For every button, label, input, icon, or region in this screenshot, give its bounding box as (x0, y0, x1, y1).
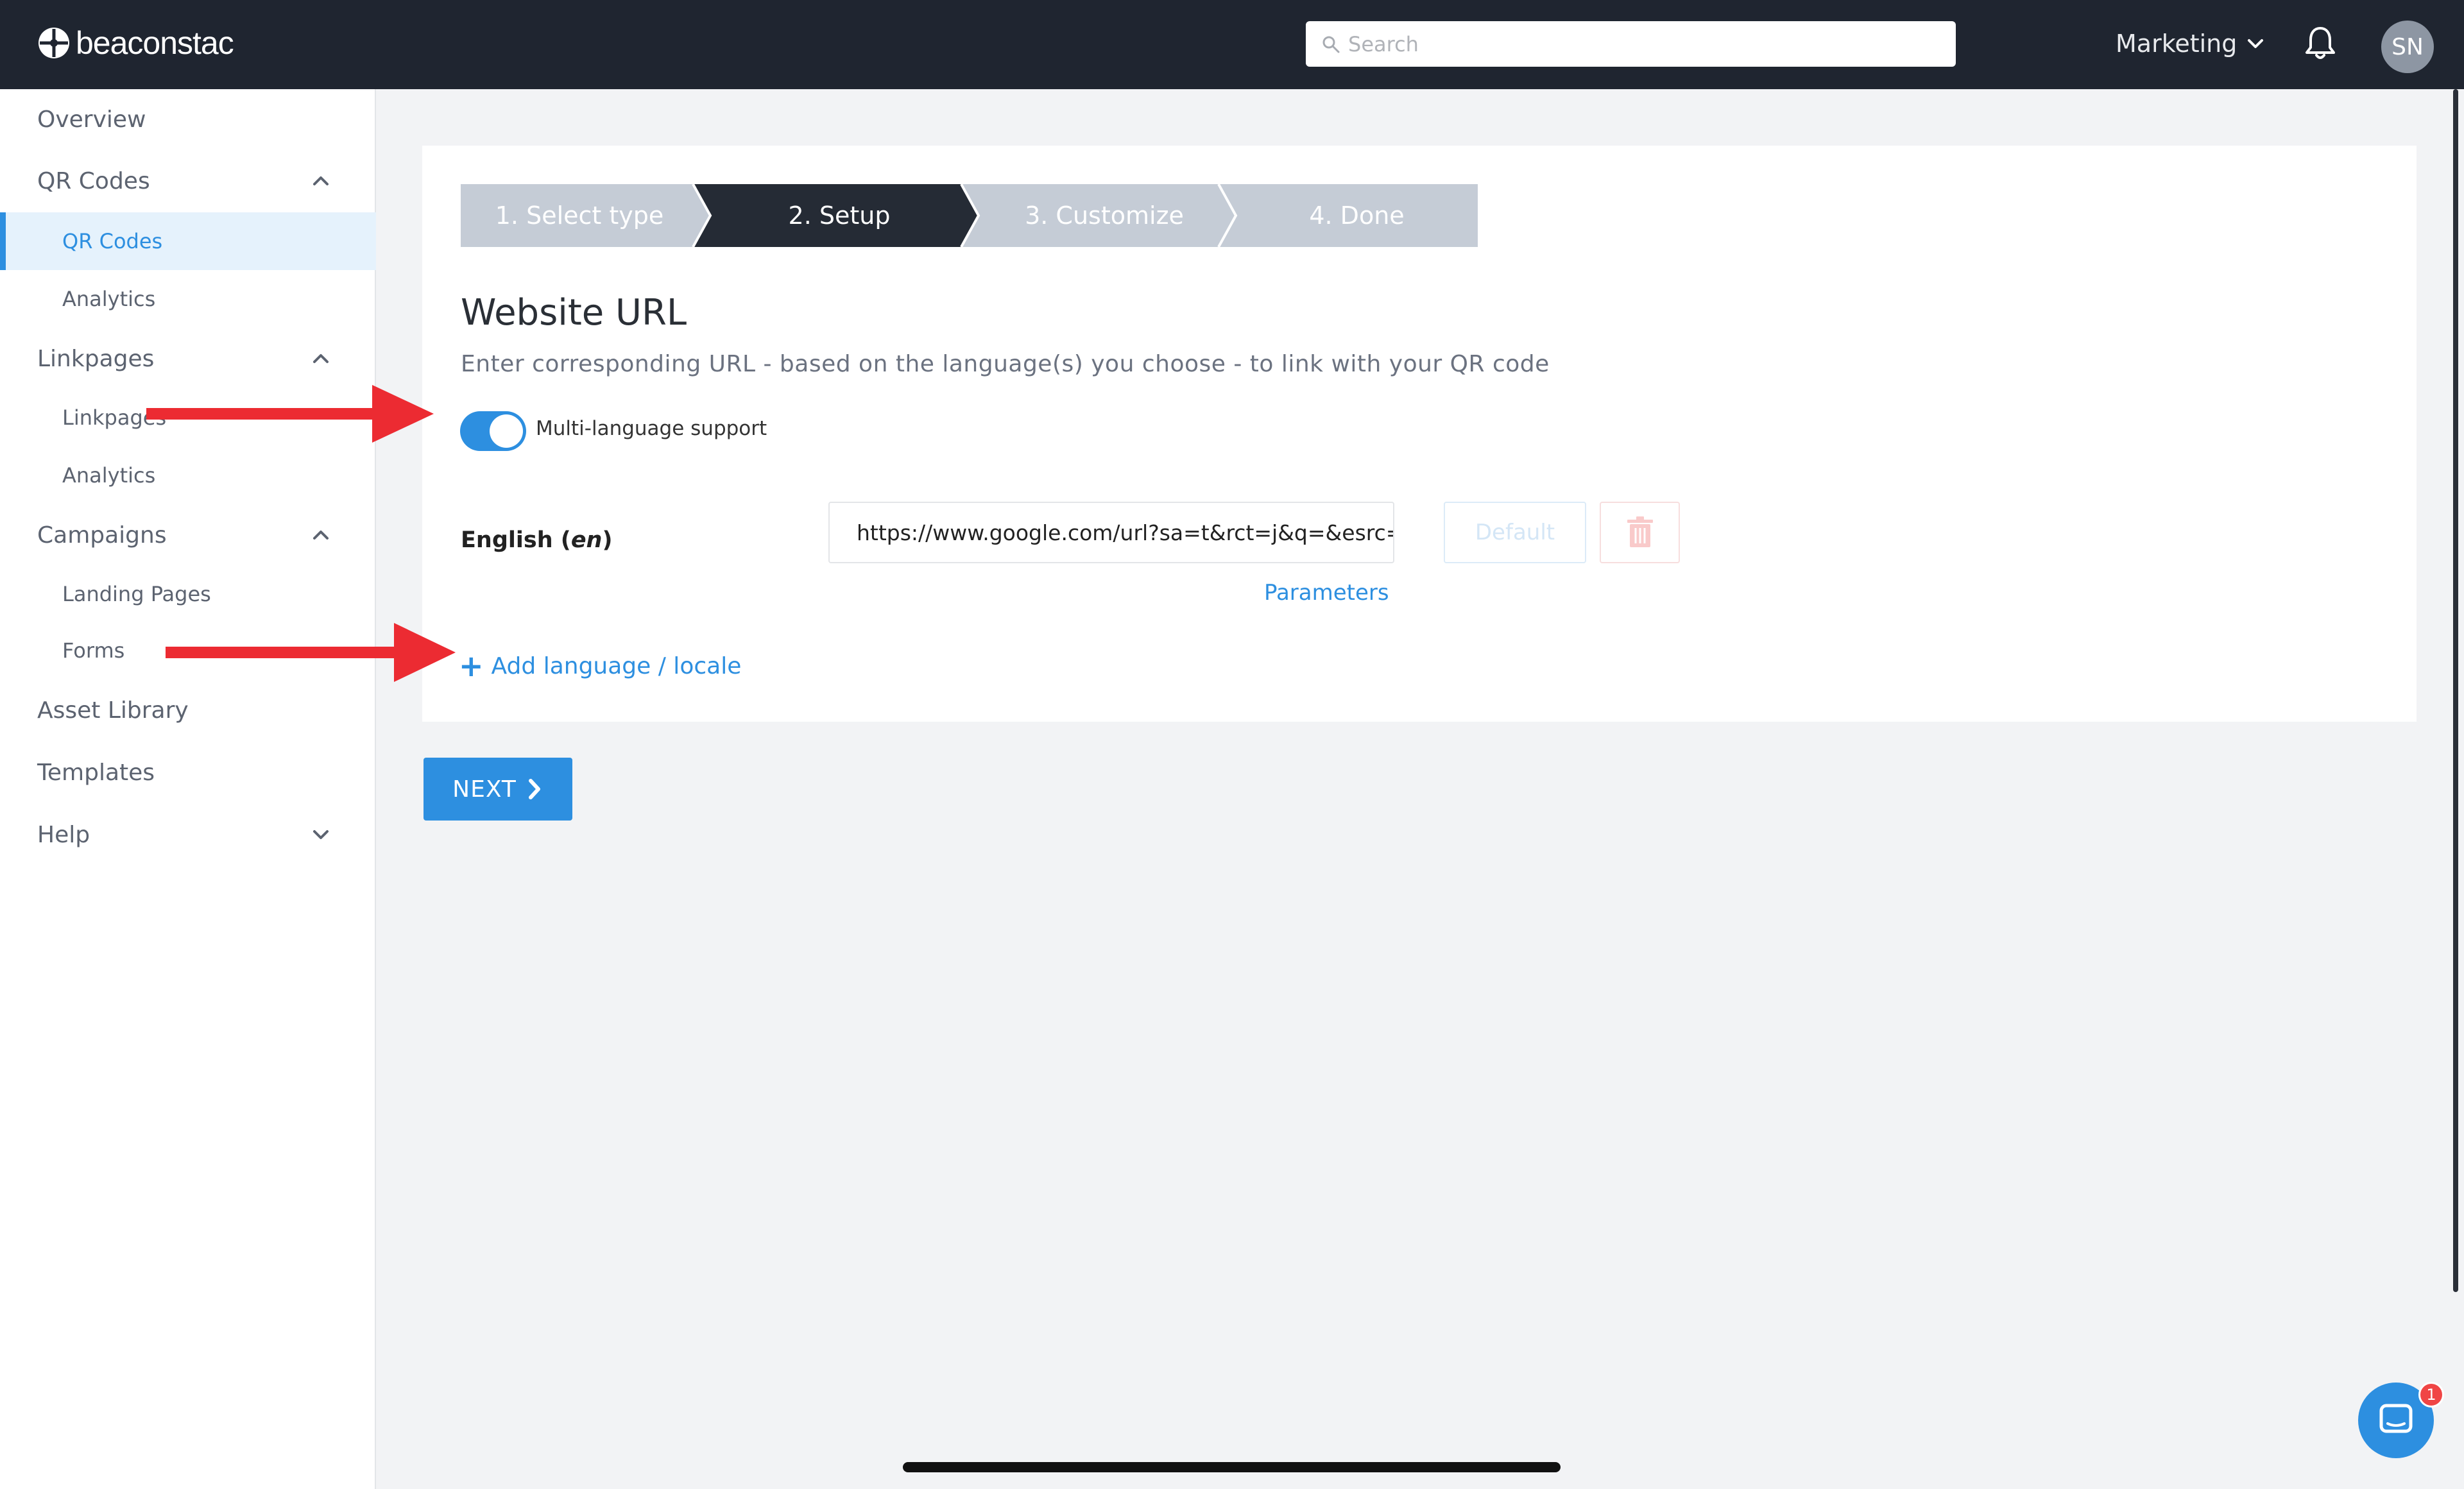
toggle-knob (490, 414, 523, 448)
add-language-label: Add language / locale (491, 652, 742, 679)
chevron-right-icon (528, 779, 540, 799)
home-indicator (903, 1462, 1561, 1472)
chevron-down-icon (2248, 39, 2264, 48)
beaconstac-logo-icon (38, 28, 69, 58)
default-button[interactable]: Default (1444, 502, 1586, 563)
chevron-down-icon (313, 830, 329, 839)
sidebar-item-overview[interactable]: Overview (0, 90, 376, 148)
sidebar-item-landing-pages[interactable]: Landing Pages (0, 565, 376, 623)
chat-notification-badge: 1 (2418, 1382, 2444, 1408)
sidebar-section-qr-codes[interactable]: QR Codes (0, 152, 376, 210)
step-label: 4. Done (1309, 201, 1405, 230)
toggle-label: Multi-language support (536, 417, 767, 440)
page-title: Website URL (461, 292, 687, 334)
workspace-dropdown[interactable]: Marketing (2116, 27, 2266, 60)
sidebar-section-linkpages[interactable]: Linkpages (0, 330, 376, 387)
sidebar-section-help[interactable]: Help (0, 806, 376, 864)
sidebar-item-label: Forms (62, 638, 125, 663)
step-done[interactable]: 4. Done (1236, 184, 1478, 247)
avatar-initials: SN (2391, 33, 2424, 60)
step-label: 3. Customize (1025, 201, 1184, 230)
beaconstac-logo[interactable]: beaconstac (37, 23, 234, 63)
sidebar-item-label: Analytics (62, 463, 156, 488)
sidebar-item-label: QR Codes (37, 167, 150, 194)
logo-text: beaconstac (76, 25, 234, 61)
parameters-link[interactable]: Parameters (1264, 580, 1389, 606)
workspace-label: Marketing (2116, 30, 2237, 58)
trash-icon (1627, 516, 1653, 547)
search-bar[interactable] (1306, 21, 1956, 67)
chevron-up-icon (313, 531, 329, 540)
step-customize[interactable]: 3. Customize (979, 184, 1229, 247)
chat-icon (2379, 1404, 2413, 1433)
delete-button[interactable] (1600, 502, 1680, 563)
scrollbar[interactable] (2453, 89, 2458, 1292)
language-label: English (en) (461, 527, 612, 553)
next-button-label: NEXT (452, 776, 517, 803)
annotation-arrow-icon (146, 385, 434, 443)
plus-icon: + (459, 649, 484, 683)
sidebar-item-templates[interactable]: Templates (0, 744, 376, 801)
bell-icon[interactable] (2303, 24, 2338, 62)
sidebar: Overview QR Codes QR Codes Analytics Lin… (0, 89, 376, 1489)
sidebar-item-label: Linkpages (37, 345, 155, 372)
language-name: English ( (461, 527, 571, 553)
step-label: 2. Setup (788, 201, 891, 230)
step-select-type[interactable]: 1. Select type (461, 184, 698, 247)
sidebar-item-label: Landing Pages (62, 582, 211, 606)
url-value: https://www.google.com/url?sa=t&rct=j&q=… (857, 520, 1394, 545)
multi-language-toggle[interactable] (460, 411, 526, 451)
chevron-up-icon (313, 354, 329, 363)
language-code: en (570, 527, 603, 553)
sidebar-item-qr-codes[interactable]: QR Codes (0, 212, 376, 270)
default-button-label: Default (1475, 520, 1555, 545)
sidebar-item-label: Overview (37, 106, 146, 133)
search-input[interactable] (1348, 31, 1926, 56)
stepper: 1. Select type 2. Setup 3. Customize 4. … (461, 184, 1478, 247)
sidebar-section-campaigns[interactable]: Campaigns (0, 506, 376, 564)
sidebar-item-label: Help (37, 821, 90, 848)
sidebar-item-linkpages-analytics[interactable]: Analytics (0, 447, 376, 504)
step-label: 1. Select type (495, 201, 664, 230)
sidebar-item-qr-analytics[interactable]: Analytics (0, 270, 376, 328)
sidebar-item-label: Analytics (62, 287, 156, 311)
url-input[interactable]: https://www.google.com/url?sa=t&rct=j&q=… (828, 502, 1394, 563)
language-close: ) (602, 527, 613, 553)
avatar[interactable]: SN (2381, 21, 2434, 73)
chevron-up-icon (313, 176, 329, 185)
sidebar-item-asset-library[interactable]: Asset Library (0, 681, 376, 739)
step-setup[interactable]: 2. Setup (711, 184, 968, 247)
annotation-arrow-icon (166, 623, 456, 682)
next-button[interactable]: NEXT (424, 758, 572, 821)
page-subtitle: Enter corresponding URL - based on the l… (461, 351, 1550, 377)
sidebar-item-label: Templates (37, 759, 155, 786)
search-icon (1322, 36, 1340, 53)
chat-badge-count: 1 (2426, 1386, 2436, 1404)
sidebar-item-label: Campaigns (37, 522, 167, 549)
sidebar-item-label: Asset Library (37, 697, 189, 724)
add-language-button[interactable]: + Add language / locale (459, 650, 741, 682)
sidebar-item-label: QR Codes (62, 229, 163, 253)
top-bar: beaconstac Marketing SN (0, 0, 2464, 89)
